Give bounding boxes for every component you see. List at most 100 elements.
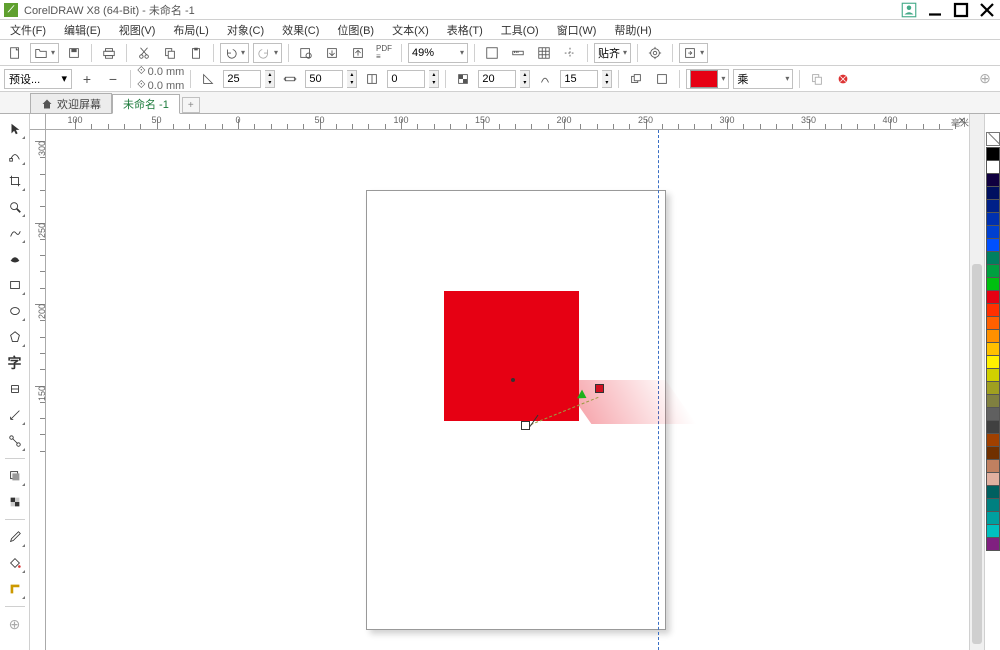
- feather-edge-button[interactable]: [651, 68, 673, 90]
- menu-effects[interactable]: 效果(C): [276, 20, 325, 40]
- paste-button[interactable]: [185, 42, 207, 64]
- tab-welcome[interactable]: 欢迎屏幕: [30, 93, 112, 113]
- pick-tool[interactable]: [4, 118, 26, 140]
- color-swatch-17[interactable]: [986, 368, 1000, 382]
- color-swatch-27[interactable]: [986, 498, 1000, 512]
- shape-tool[interactable]: [4, 144, 26, 166]
- crop-tool[interactable]: [4, 170, 26, 192]
- rectangle-tool[interactable]: [4, 274, 26, 296]
- maximize-button[interactable]: [952, 3, 970, 17]
- menu-view[interactable]: 视图(V): [113, 20, 162, 40]
- copy-button[interactable]: [159, 42, 181, 64]
- color-swatch-25[interactable]: [986, 472, 1000, 486]
- user-icon[interactable]: [900, 3, 918, 17]
- tab-document[interactable]: 未命名 -1: [112, 94, 180, 114]
- snap-dropdown[interactable]: 贴齐▾: [594, 43, 631, 63]
- launch-dropdown[interactable]: ▾: [679, 43, 708, 63]
- publish-pdf-button[interactable]: PDF≡: [373, 42, 395, 64]
- color-swatch-20[interactable]: [986, 407, 1000, 421]
- vertical-ruler[interactable]: 300250200150: [30, 130, 46, 650]
- color-swatch-0[interactable]: [986, 147, 1000, 161]
- no-fill-swatch[interactable]: [986, 132, 1000, 146]
- menu-tools[interactable]: 工具(O): [495, 20, 545, 40]
- options-button[interactable]: [644, 42, 666, 64]
- color-swatch-7[interactable]: [986, 238, 1000, 252]
- drawing-canvas[interactable]: [46, 130, 953, 650]
- shadow-end-node[interactable]: [595, 384, 604, 393]
- color-swatch-10[interactable]: [986, 277, 1000, 291]
- color-swatch-6[interactable]: [986, 225, 1000, 239]
- shadow-feather-field[interactable]: 15: [560, 70, 598, 88]
- color-swatch-16[interactable]: [986, 355, 1000, 369]
- expand-toolbox-button[interactable]: ⊕: [4, 613, 26, 635]
- drop-shadow-tool[interactable]: [4, 465, 26, 487]
- close-button[interactable]: [978, 3, 996, 17]
- cut-button[interactable]: [133, 42, 155, 64]
- open-button[interactable]: ▾: [30, 43, 59, 63]
- scrollbar-thumb[interactable]: [972, 264, 982, 644]
- undo-button[interactable]: ▾: [220, 43, 249, 63]
- color-swatch-22[interactable]: [986, 433, 1000, 447]
- clear-shadow-button[interactable]: [832, 68, 854, 90]
- color-swatch-8[interactable]: [986, 251, 1000, 265]
- customize-button[interactable]: ⊕: [974, 68, 996, 90]
- color-swatch-29[interactable]: [986, 524, 1000, 538]
- color-swatch-18[interactable]: [986, 381, 1000, 395]
- copy-shadow-button[interactable]: [806, 68, 828, 90]
- import-button[interactable]: [321, 42, 343, 64]
- dimension-tool[interactable]: [4, 404, 26, 426]
- menu-edit[interactable]: 编辑(E): [58, 20, 107, 40]
- color-swatch-24[interactable]: [986, 459, 1000, 473]
- outline-tool[interactable]: [4, 578, 26, 600]
- table-tool[interactable]: [4, 378, 26, 400]
- connector-tool[interactable]: [4, 430, 26, 452]
- feather-stepper[interactable]: ▴▾: [602, 70, 612, 88]
- zoom-tool[interactable]: [4, 196, 26, 218]
- redo-button[interactable]: ▾: [253, 43, 282, 63]
- color-swatch-15[interactable]: [986, 342, 1000, 356]
- stretch-stepper[interactable]: ▴▾: [347, 70, 357, 88]
- menu-bitmap[interactable]: 位图(B): [331, 20, 380, 40]
- color-swatch-26[interactable]: [986, 485, 1000, 499]
- search-content-button[interactable]: [295, 42, 317, 64]
- color-swatch-9[interactable]: [986, 264, 1000, 278]
- blend-mode-dropdown[interactable]: 乘▾: [733, 69, 793, 89]
- fullscreen-button[interactable]: [481, 42, 503, 64]
- new-button[interactable]: [4, 42, 26, 64]
- remove-preset-button[interactable]: −: [102, 68, 124, 90]
- color-swatch-19[interactable]: [986, 394, 1000, 408]
- shadow-start-node[interactable]: [521, 421, 530, 430]
- transparency-tool[interactable]: [4, 491, 26, 513]
- color-swatch-4[interactable]: [986, 199, 1000, 213]
- print-button[interactable]: [98, 42, 120, 64]
- add-preset-button[interactable]: +: [76, 68, 98, 90]
- rulers-button[interactable]: [507, 42, 529, 64]
- shadow-color-dropdown[interactable]: ▾: [686, 69, 729, 89]
- color-swatch-3[interactable]: [986, 186, 1000, 200]
- color-swatch-2[interactable]: [986, 173, 1000, 187]
- menu-window[interactable]: 窗口(W): [551, 20, 603, 40]
- shadow-angle-field[interactable]: 25: [223, 70, 261, 88]
- feather-direction-button[interactable]: [625, 68, 647, 90]
- minimize-button[interactable]: [926, 3, 944, 17]
- new-tab-button[interactable]: +: [182, 97, 200, 113]
- text-tool[interactable]: 字: [4, 352, 26, 374]
- save-button[interactable]: [63, 42, 85, 64]
- color-swatch-12[interactable]: [986, 303, 1000, 317]
- opacity-stepper[interactable]: ▴▾: [520, 70, 530, 88]
- color-swatch-14[interactable]: [986, 329, 1000, 343]
- ruler-origin[interactable]: [30, 114, 46, 130]
- color-swatch-11[interactable]: [986, 290, 1000, 304]
- color-swatch-28[interactable]: [986, 511, 1000, 525]
- ellipse-tool[interactable]: [4, 300, 26, 322]
- color-swatch-1[interactable]: [986, 160, 1000, 174]
- shadow-opacity-field[interactable]: 20: [478, 70, 516, 88]
- menu-layout[interactable]: 布局(L): [167, 20, 214, 40]
- fade-stepper[interactable]: ▴▾: [429, 70, 439, 88]
- menu-help[interactable]: 帮助(H): [608, 20, 657, 40]
- color-swatch-13[interactable]: [986, 316, 1000, 330]
- angle-stepper[interactable]: ▴▾: [265, 70, 275, 88]
- color-swatch-21[interactable]: [986, 420, 1000, 434]
- horizontal-ruler[interactable]: 10050050100150200250300350400: [46, 114, 953, 130]
- menu-file[interactable]: 文件(F): [4, 20, 52, 40]
